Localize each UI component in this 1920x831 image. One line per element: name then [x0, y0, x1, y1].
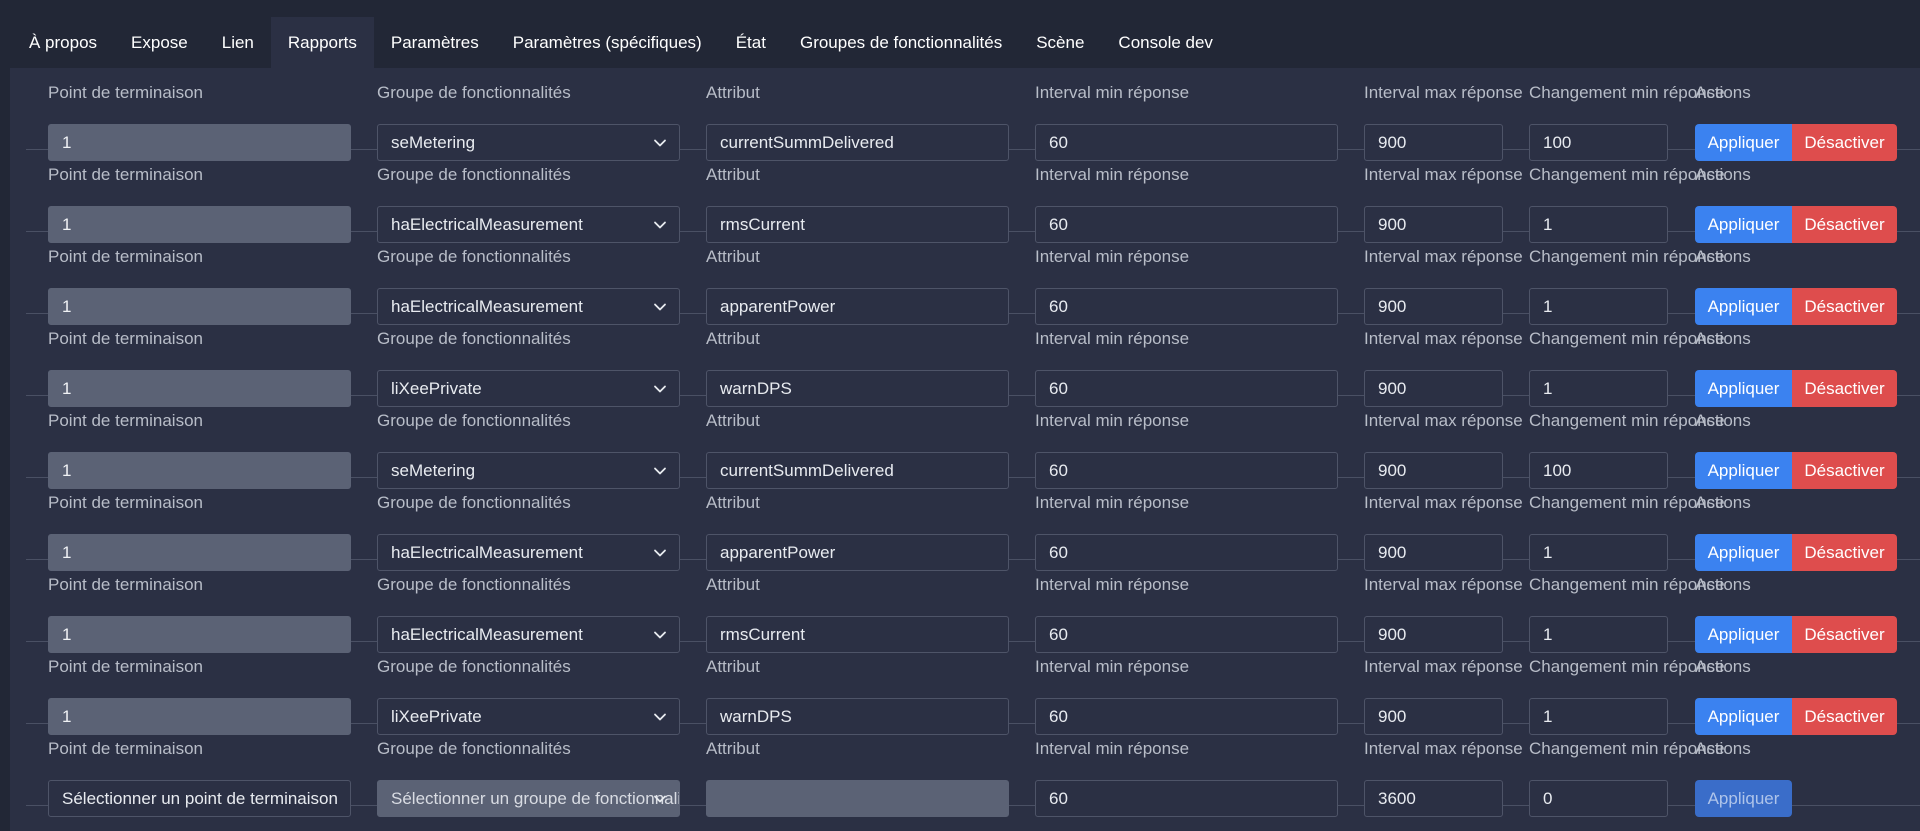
report-row: Point de terminaison Groupe de fonctionna… [26, 396, 1920, 489]
min-interval-label: Interval min réponse [1035, 329, 1190, 348]
attribute-label: Attribut [706, 165, 760, 184]
cluster-label: Groupe de fonctionnalités [377, 493, 571, 512]
attribute-field[interactable] [706, 780, 1009, 817]
tab-expose[interactable]: Expose [114, 17, 205, 68]
endpoint-label: Point de terminaison [48, 329, 203, 348]
max-interval-label: Interval max réponse [1364, 739, 1523, 758]
actions-label: Actions [1695, 657, 1751, 676]
report-row: Point de terminaison Groupe de fonctionna… [26, 642, 1920, 735]
cluster-label: Groupe de fonctionnalités [377, 411, 571, 430]
chevron-down-icon [653, 382, 667, 396]
report-row: Point de terminaison Groupe de fonctionna… [26, 314, 1920, 407]
actions-label: Actions [1695, 411, 1751, 430]
tab-lien[interactable]: Lien [205, 17, 271, 68]
tab-scene[interactable]: Scène [1019, 17, 1101, 68]
cluster-label: Groupe de fonctionnalités [377, 247, 571, 266]
actions-label: Actions [1695, 493, 1751, 512]
min-interval-label: Interval min réponse [1035, 83, 1190, 102]
actions-label: Actions [1695, 83, 1751, 102]
endpoint-label: Point de terminaison [48, 83, 203, 102]
min-change-input[interactable]: 0 [1529, 780, 1668, 817]
max-interval-input[interactable]: 3600 [1364, 780, 1503, 817]
tab-groupes-de-fonctionnalites[interactable]: Groupes de fonctionnalités [783, 17, 1019, 68]
min-interval-label: Interval min réponse [1035, 575, 1190, 594]
tab-bar: À propos Expose Lien Rapports Paramètres Para… [12, 17, 1230, 68]
endpoint-field[interactable]: Sélectionner un point de terminaison [48, 780, 351, 817]
report-row: Point de terminaison Groupe de fonctionna… [26, 232, 1920, 325]
attribute-label: Attribut [706, 411, 760, 430]
endpoint-label: Point de terminaison [48, 247, 203, 266]
tab-parametres-specifiques[interactable]: Paramètres (spécifiques) [496, 17, 719, 68]
attribute-label: Attribut [706, 329, 760, 348]
max-interval-label: Interval max réponse [1364, 575, 1523, 594]
min-interval-label: Interval min réponse [1035, 411, 1190, 430]
attribute-label: Attribut [706, 493, 760, 512]
endpoint-label: Point de terminaison [48, 165, 203, 184]
endpoint-label: Point de terminaison [48, 739, 203, 758]
tab-console-dev[interactable]: Console dev [1101, 17, 1230, 68]
actions-label: Actions [1695, 247, 1751, 266]
actions-label: Actions [1695, 575, 1751, 594]
report-row: Point de terminaison Groupe de fonctionna… [26, 560, 1920, 653]
attribute-label: Attribut [706, 575, 760, 594]
cluster-select[interactable]: Sélectionner un groupe de fonctionnalité… [377, 780, 680, 817]
endpoint-label: Point de terminaison [48, 411, 203, 430]
min-interval-label: Interval min réponse [1035, 739, 1190, 758]
attribute-label: Attribut [706, 247, 760, 266]
cluster-label: Groupe de fonctionnalités [377, 575, 571, 594]
actions-label: Actions [1695, 739, 1751, 758]
reports-panel: Point de terminaison Groupe de fonctionna… [10, 68, 1920, 831]
cluster-label: Groupe de fonctionnalités [377, 329, 571, 348]
chevron-down-icon [653, 464, 667, 478]
chevron-down-icon [653, 710, 667, 724]
min-interval-input[interactable]: 60 [1035, 780, 1338, 817]
min-interval-label: Interval min réponse [1035, 657, 1190, 676]
cluster-label: Groupe de fonctionnalités [377, 83, 571, 102]
cluster-label: Groupe de fonctionnalités [377, 657, 571, 676]
chevron-down-icon [653, 300, 667, 314]
attribute-label: Attribut [706, 83, 760, 102]
endpoint-label: Point de terminaison [48, 657, 203, 676]
endpoint-label: Point de terminaison [48, 493, 203, 512]
min-interval-label: Interval min réponse [1035, 165, 1190, 184]
max-interval-label: Interval max réponse [1364, 657, 1523, 676]
actions-label: Actions [1695, 329, 1751, 348]
max-interval-label: Interval max réponse [1364, 411, 1523, 430]
tab-etat[interactable]: État [719, 17, 783, 68]
cluster-label: Groupe de fonctionnalités [377, 165, 571, 184]
min-interval-label: Interval min réponse [1035, 493, 1190, 512]
report-row: Point de terminaison Groupe de fonctionna… [26, 478, 1920, 571]
max-interval-label: Interval max réponse [1364, 83, 1523, 102]
chevron-down-icon [653, 218, 667, 232]
attribute-label: Attribut [706, 657, 760, 676]
chevron-down-icon [653, 792, 667, 806]
chevron-down-icon [653, 628, 667, 642]
actions-label: Actions [1695, 165, 1751, 184]
report-row: Point de terminaison Groupe de fonctionna… [26, 150, 1920, 243]
max-interval-label: Interval max réponse [1364, 247, 1523, 266]
endpoint-label: Point de terminaison [48, 575, 203, 594]
apply-button[interactable]: Appliquer [1695, 780, 1792, 817]
max-interval-label: Interval max réponse [1364, 165, 1523, 184]
report-row: Point de terminaison Groupe de fonctionna… [26, 68, 1920, 161]
max-interval-label: Interval max réponse [1364, 329, 1523, 348]
attribute-label: Attribut [706, 739, 760, 758]
cluster-label: Groupe de fonctionnalités [377, 739, 571, 758]
min-interval-label: Interval min réponse [1035, 247, 1190, 266]
tab-parametres[interactable]: Paramètres [374, 17, 496, 68]
tab-rapports[interactable]: Rapports [270, 17, 374, 68]
cluster-select-value: Sélectionner un groupe de fonctionnalité… [391, 789, 679, 808]
chevron-down-icon [653, 136, 667, 150]
max-interval-label: Interval max réponse [1364, 493, 1523, 512]
new-report-row: Point de terminaison Groupe de fonctionna… [26, 724, 1920, 817]
chevron-down-icon [653, 546, 667, 560]
tab-a-propos[interactable]: À propos [12, 17, 114, 68]
